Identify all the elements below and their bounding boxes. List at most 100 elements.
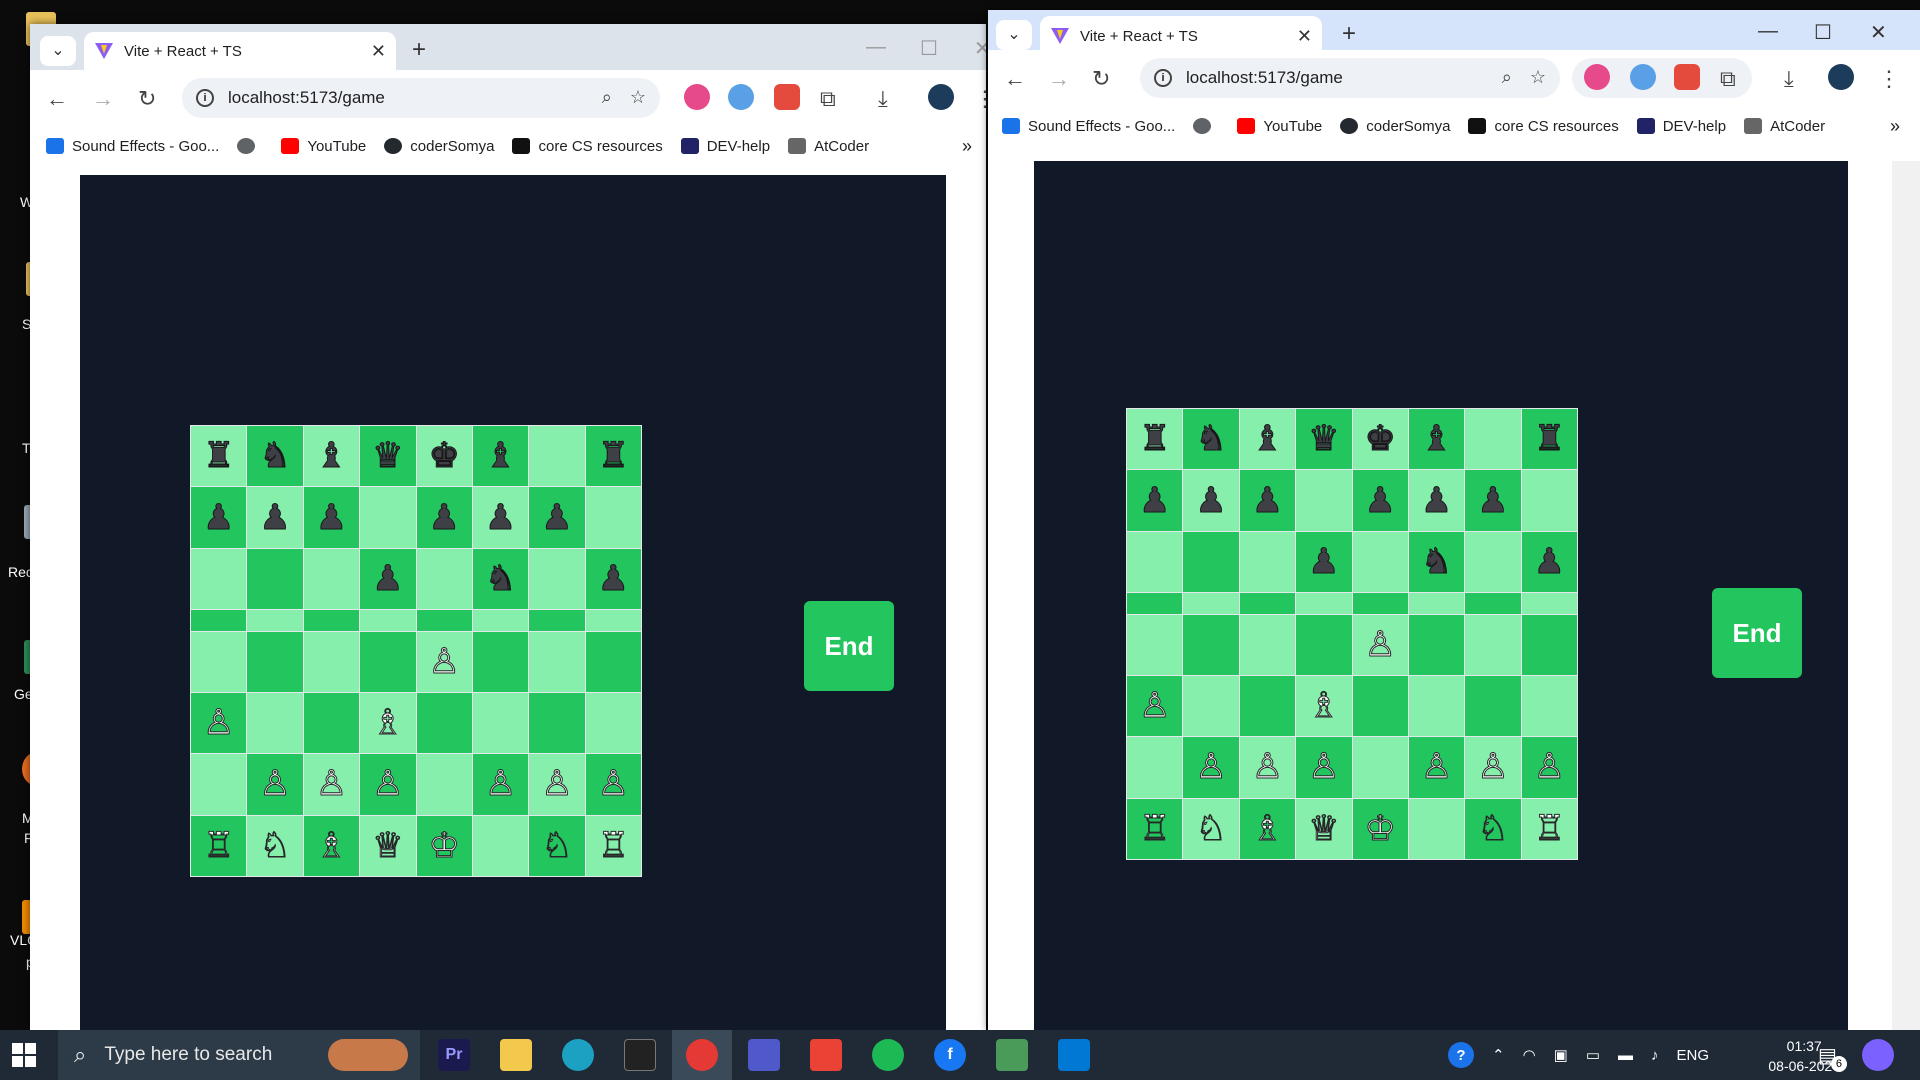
board-square[interactable] bbox=[1239, 675, 1296, 737]
board-square[interactable]: ♜ bbox=[585, 426, 641, 487]
board-square[interactable] bbox=[1408, 593, 1465, 614]
board-square[interactable]: ♟ bbox=[360, 548, 416, 610]
bookmark-item[interactable] bbox=[237, 138, 263, 154]
black-piece-icon[interactable]: ♟ bbox=[1138, 480, 1170, 521]
black-piece-icon[interactable]: ♟ bbox=[1195, 480, 1227, 521]
board-square[interactable]: ♙ bbox=[1521, 737, 1577, 798]
board-square[interactable] bbox=[585, 692, 641, 754]
board-square[interactable] bbox=[303, 631, 360, 692]
white-piece-icon[interactable]: ♙ bbox=[1138, 686, 1170, 727]
white-piece-icon[interactable]: ♕ bbox=[372, 825, 404, 866]
board-square[interactable]: ♟ bbox=[585, 548, 641, 610]
white-piece-icon[interactable]: ♔ bbox=[428, 825, 460, 866]
white-piece-icon[interactable]: ♖ bbox=[202, 825, 234, 866]
board-square[interactable]: ♜ bbox=[191, 426, 247, 487]
board-square[interactable] bbox=[1127, 737, 1183, 798]
white-piece-icon[interactable]: ♙ bbox=[597, 764, 629, 805]
board-square[interactable] bbox=[529, 426, 585, 487]
board-square[interactable] bbox=[247, 631, 303, 692]
close-tab-icon[interactable]: ✕ bbox=[371, 41, 386, 62]
bookmark-item[interactable]: YouTube bbox=[281, 138, 366, 155]
board-square[interactable]: ♖ bbox=[585, 815, 641, 876]
edge-icon[interactable] bbox=[562, 1039, 594, 1071]
white-piece-icon[interactable]: ♘ bbox=[1477, 808, 1509, 849]
board-square[interactable] bbox=[303, 692, 360, 754]
white-piece-icon[interactable]: ♙ bbox=[202, 703, 234, 744]
white-piece-icon[interactable]: ♗ bbox=[372, 703, 404, 744]
black-piece-icon[interactable]: ♝ bbox=[484, 436, 516, 477]
board-square[interactable] bbox=[360, 631, 416, 692]
white-piece-icon[interactable]: ♙ bbox=[1533, 747, 1565, 788]
tab-search-button[interactable]: ⌄ bbox=[40, 36, 76, 66]
board-square[interactable]: ♖ bbox=[1127, 798, 1183, 859]
board-square[interactable]: ♔ bbox=[1352, 798, 1408, 859]
white-piece-icon[interactable]: ♙ bbox=[372, 764, 404, 805]
help-icon[interactable]: ? bbox=[1448, 1042, 1474, 1068]
volume-icon[interactable]: ♪ bbox=[1651, 1047, 1659, 1064]
black-piece-icon[interactable]: ♝ bbox=[1251, 419, 1283, 460]
extension-icon[interactable] bbox=[1584, 64, 1610, 90]
premiere-pro-icon[interactable]: Pr bbox=[438, 1039, 470, 1071]
white-piece-icon[interactable]: ♙ bbox=[1251, 747, 1283, 788]
board-square[interactable] bbox=[416, 754, 472, 815]
white-piece-icon[interactable]: ♙ bbox=[315, 764, 347, 805]
white-piece-icon[interactable]: ♘ bbox=[541, 825, 573, 866]
board-square[interactable]: ♝ bbox=[1239, 409, 1296, 470]
board-square[interactable] bbox=[247, 610, 303, 631]
white-piece-icon[interactable]: ♖ bbox=[597, 825, 629, 866]
bookmark-item[interactable]: YouTube bbox=[1237, 118, 1322, 135]
board-square[interactable]: ♟ bbox=[1296, 531, 1352, 593]
notification-center-icon[interactable]: ▤ 6 bbox=[1818, 1030, 1847, 1080]
file-explorer-icon[interactable] bbox=[500, 1039, 532, 1071]
close-window-button[interactable]: ✕ bbox=[974, 36, 986, 61]
board-square[interactable]: ♙ bbox=[1239, 737, 1296, 798]
board-square[interactable] bbox=[1127, 614, 1183, 675]
white-piece-icon[interactable]: ♙ bbox=[1364, 624, 1396, 665]
end-game-button[interactable]: End bbox=[1712, 588, 1802, 678]
board-square[interactable]: ♙ bbox=[529, 754, 585, 815]
white-piece-icon[interactable]: ♙ bbox=[1477, 747, 1509, 788]
black-piece-icon[interactable]: ♞ bbox=[1195, 419, 1227, 460]
board-square[interactable] bbox=[1465, 409, 1521, 470]
site-info-icon[interactable]: i bbox=[1154, 69, 1172, 87]
board-square[interactable]: ♙ bbox=[1408, 737, 1465, 798]
board-square[interactable]: ♙ bbox=[247, 754, 303, 815]
board-square[interactable]: ♟ bbox=[1183, 470, 1239, 531]
black-piece-icon[interactable]: ♝ bbox=[1420, 419, 1452, 460]
board-square[interactable] bbox=[1183, 614, 1239, 675]
back-icon[interactable]: ← bbox=[1004, 66, 1026, 92]
board-square[interactable] bbox=[1127, 531, 1183, 593]
board-square[interactable] bbox=[191, 631, 247, 692]
reload-icon[interactable]: ↻ bbox=[1092, 66, 1110, 92]
bookmark-item[interactable]: Sound Effects - Goo... bbox=[46, 138, 219, 155]
bookmark-item[interactable]: Sound Effects - Goo... bbox=[1002, 118, 1175, 135]
board-square[interactable]: ♕ bbox=[1296, 798, 1352, 859]
board-square[interactable]: ♞ bbox=[472, 548, 529, 610]
black-piece-icon[interactable]: ♜ bbox=[202, 436, 234, 477]
board-square[interactable] bbox=[1296, 593, 1352, 614]
board-square[interactable]: ♞ bbox=[1183, 409, 1239, 470]
board-square[interactable] bbox=[1521, 614, 1577, 675]
board-square[interactable] bbox=[416, 692, 472, 754]
more-bookmarks-icon[interactable]: » bbox=[962, 136, 972, 157]
black-piece-icon[interactable]: ♟ bbox=[1251, 480, 1283, 521]
board-square[interactable]: ♗ bbox=[1296, 675, 1352, 737]
board-square[interactable] bbox=[1296, 470, 1352, 531]
black-piece-icon[interactable]: ♞ bbox=[259, 436, 291, 477]
bookmark-star-icon[interactable]: ☆ bbox=[1530, 67, 1546, 88]
profile-avatar[interactable] bbox=[928, 84, 954, 110]
board-square[interactable]: ♖ bbox=[1521, 798, 1577, 859]
board-square[interactable] bbox=[1408, 798, 1465, 859]
board-square[interactable]: ♞ bbox=[1408, 531, 1465, 593]
bookmark-item[interactable]: core CS resources bbox=[512, 138, 663, 155]
board-square[interactable] bbox=[585, 487, 641, 548]
taskbar-search[interactable]: ⌕ Type here to search bbox=[58, 1030, 420, 1080]
white-piece-icon[interactable]: ♗ bbox=[315, 825, 347, 866]
board-square[interactable] bbox=[1465, 675, 1521, 737]
white-piece-icon[interactable]: ♗ bbox=[1308, 686, 1340, 727]
board-square[interactable] bbox=[360, 610, 416, 631]
board-square[interactable]: ♟ bbox=[1239, 470, 1296, 531]
board-square[interactable]: ♟ bbox=[303, 487, 360, 548]
white-piece-icon[interactable]: ♙ bbox=[1308, 747, 1340, 788]
board-square[interactable]: ♜ bbox=[1521, 409, 1577, 470]
